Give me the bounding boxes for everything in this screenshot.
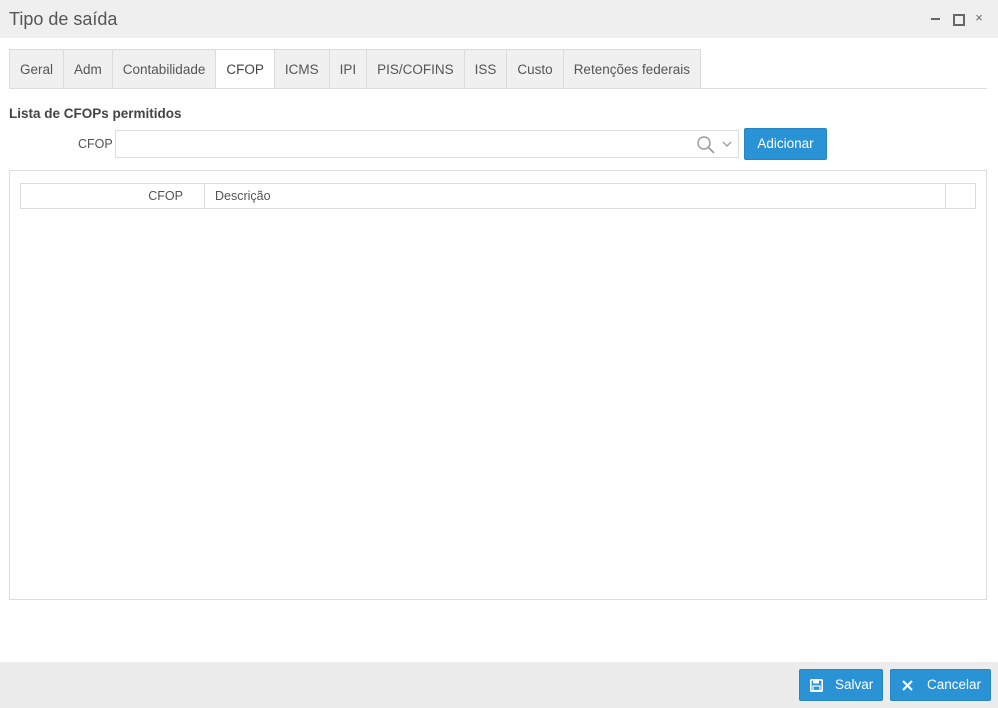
tab-retencoes-federais[interactable]: Retenções federais [562,49,702,89]
window-titlebar: Tipo de saída × [0,0,998,38]
cfop-combobox[interactable] [115,130,739,158]
tab-divider [9,88,987,89]
tab-custo[interactable]: Custo [506,49,563,89]
tab-contabilidade[interactable]: Contabilidade [111,49,216,89]
cfop-field-label: CFOP [78,137,113,151]
minimize-icon[interactable] [928,10,942,26]
column-header-descricao[interactable]: Descrição [205,184,946,208]
tab-cfop[interactable]: CFOP [215,49,274,89]
grid-header: CFOP Descrição [20,183,976,209]
floppy-disk-icon [810,678,823,692]
close-icon [902,679,913,691]
tab-iss[interactable]: ISS [463,49,507,89]
cfop-input[interactable] [116,131,686,157]
add-button[interactable]: Adicionar [744,128,827,160]
cancel-label: Cancelar [927,677,982,692]
maximize-icon[interactable] [950,10,965,26]
tab-geral[interactable]: Geral [9,49,64,89]
column-header-actions [946,184,975,208]
tab-icms[interactable]: ICMS [273,49,329,89]
save-label: Salvar [835,677,874,692]
cfop-grid-panel: CFOP Descrição [9,170,987,600]
tab-adm[interactable]: Adm [63,49,112,89]
column-header-cfop[interactable]: CFOP [21,184,205,208]
tab-ipi[interactable]: IPI [328,49,367,89]
chevron-down-icon[interactable] [720,137,734,151]
cancel-button[interactable]: Cancelar [890,669,991,701]
tab-pis-cofins[interactable]: PIS/COFINS [366,49,464,89]
save-button[interactable]: Salvar [799,669,883,701]
search-icon[interactable] [696,135,716,155]
close-icon[interactable]: × [972,10,986,26]
window-title: Tipo de saída [9,9,118,29]
tab-bar: Geral Adm Contabilidade CFOP ICMS IPI PI… [9,49,702,89]
section-title: Lista de CFOPs permitidos [9,106,182,121]
